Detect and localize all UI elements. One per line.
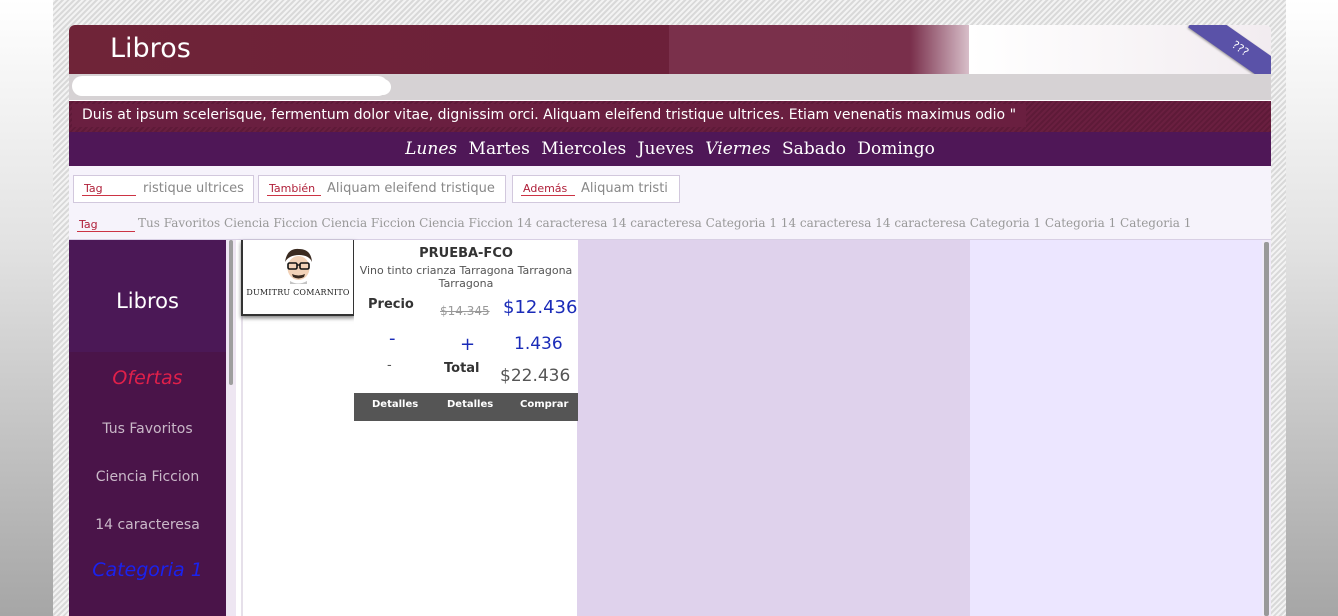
sidebar-item-14-caracteresa[interactable]: 14 caracteresa: [69, 517, 226, 533]
day-lunes[interactable]: Lunes: [405, 139, 457, 159]
tag-input[interactable]: [77, 217, 135, 232]
old-price: $14.345: [440, 304, 490, 318]
product-actions: Detalles Detalles Comprar: [354, 393, 578, 421]
day-martes[interactable]: Martes: [469, 139, 530, 159]
sidebar-item-tus-favoritos[interactable]: Tus Favoritos: [69, 421, 226, 437]
content-column-mid: [577, 240, 970, 616]
minus-sign: -: [387, 358, 392, 373]
day-jueves[interactable]: Jueves: [638, 139, 694, 159]
sidebar-scrollbar[interactable]: [226, 240, 236, 616]
tag-filter[interactable]: ristique ultrices: [73, 175, 254, 203]
page-title: Libros: [110, 33, 191, 64]
total-label: Total: [444, 361, 480, 376]
details-button[interactable]: Detalles: [447, 399, 493, 410]
product-description: Vino tinto crianza Tarragona Tarragona T…: [359, 264, 573, 290]
search-bar: [69, 74, 1271, 100]
logo-text: DUMITRU COMARNITO: [246, 288, 350, 297]
tag-filter-text: ristique ultrices: [143, 181, 244, 196]
sidebar-item-ciencia-ficcion[interactable]: Ciencia Ficcion: [69, 469, 226, 485]
scrollbar-thumb[interactable]: [229, 240, 233, 385]
product-name[interactable]: PRUEBA-FCO: [354, 246, 578, 261]
tag-filter-text: Aliquam eleifend tristique: [327, 181, 495, 196]
tag-input[interactable]: [267, 181, 321, 196]
search-handle[interactable]: [375, 79, 391, 95]
tag-filter[interactable]: Aliquam tristi: [512, 175, 680, 203]
app-window: Libros ??? Duis at ipsum scelerisque, fe…: [69, 25, 1271, 616]
buy-button[interactable]: Comprar: [520, 399, 568, 410]
day-miercoles[interactable]: Miercoles: [541, 139, 626, 159]
tag-input[interactable]: [82, 181, 136, 196]
day-viernes[interactable]: Viernes: [705, 139, 770, 159]
details-button[interactable]: Detalles: [372, 399, 418, 410]
announcement-text: Duis at ipsum scelerisque, fermentum dol…: [72, 104, 1027, 127]
total-value: $22.436: [500, 366, 571, 386]
tag-input[interactable]: [521, 181, 575, 196]
announcement-bar: Duis at ipsum scelerisque, fermentum dol…: [69, 101, 1271, 132]
tag-line-text: Tus Favoritos Ciencia Ficcion Ciencia Fi…: [138, 216, 1192, 230]
scrollbar-thumb[interactable]: [1264, 242, 1269, 616]
tag-filter[interactable]: Aliquam eleifend tristique: [258, 175, 506, 203]
tag-filter-row: ristique ultrices Aliquam eleifend trist…: [69, 166, 1271, 211]
current-price: $12.436: [503, 297, 578, 318]
glasses-face-icon: [285, 248, 312, 284]
decrease-button[interactable]: -: [389, 328, 396, 349]
tag-filter-text: Aliquam tristi: [581, 181, 668, 196]
increase-button[interactable]: +: [460, 334, 475, 355]
days-nav: Lunes Martes Miercoles Jueves Viernes Sa…: [69, 132, 1271, 166]
content-scrollbar[interactable]: [1262, 240, 1271, 616]
sidebar: Libros Ofertas Tus Favoritos Ciencia Fic…: [69, 240, 226, 616]
header: Libros ???: [69, 25, 1271, 91]
day-domingo[interactable]: Domingo: [857, 139, 935, 159]
search-input[interactable]: [72, 76, 388, 96]
sidebar-brand[interactable]: Libros: [69, 240, 226, 352]
content-column-right: [970, 240, 1271, 616]
sidebar-item-categoria-1[interactable]: Categoria 1: [69, 559, 226, 581]
price-label: Precio: [368, 297, 414, 312]
quantity-value: 1.436: [514, 334, 563, 354]
sidebar-item-ofertas[interactable]: Ofertas: [69, 367, 226, 389]
day-sabado[interactable]: Sabado: [782, 139, 846, 159]
product-logo[interactable]: DUMITRU COMARNITO: [241, 240, 355, 316]
tag-line: Tus Favoritos Ciencia Ficcion Ciencia Fi…: [69, 210, 1271, 240]
